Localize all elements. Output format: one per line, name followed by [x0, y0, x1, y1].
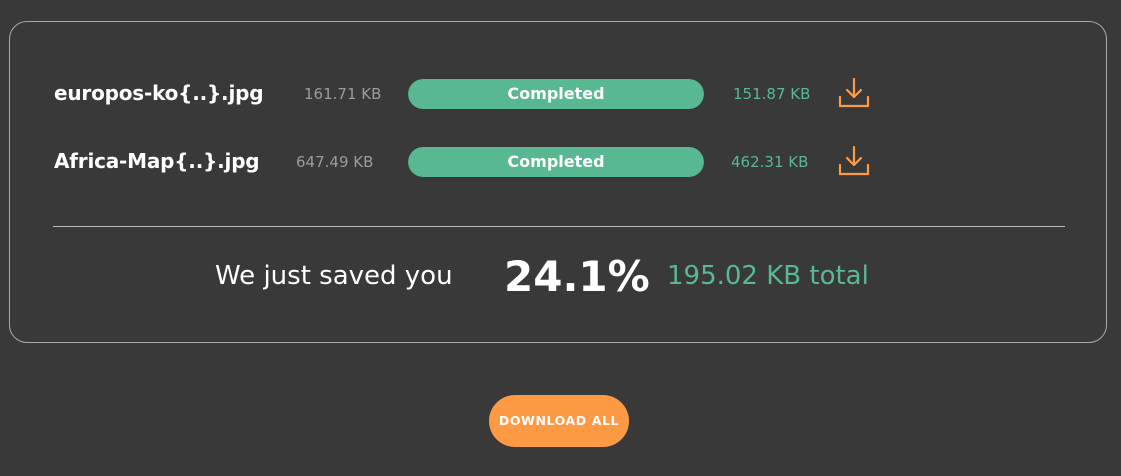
savings-percent: 24.1%: [504, 252, 650, 301]
compressed-size: 151.87 KB: [733, 85, 811, 103]
progress-bar: Completed: [408, 147, 704, 177]
progress-bar: Completed: [408, 79, 704, 109]
progress-status: Completed: [507, 152, 605, 171]
file-name: Africa-Map{..}.jpg: [54, 149, 260, 173]
download-file-button[interactable]: [836, 143, 872, 179]
download-file-button[interactable]: [836, 75, 872, 111]
progress-status: Completed: [507, 84, 605, 103]
download-icon: [838, 77, 870, 108]
download-all-button[interactable]: DOWNLOAD ALL: [489, 395, 629, 447]
divider: [53, 226, 1065, 227]
results-panel: europos-ko{..}.jpg 161.71 KB Completed 1…: [9, 21, 1107, 343]
savings-total: 195.02 KB total: [667, 261, 869, 291]
savings-prefix: We just saved you: [215, 261, 453, 291]
download-icon: [838, 145, 870, 176]
compressed-size: 462.31 KB: [731, 153, 809, 171]
original-size: 647.49 KB: [296, 153, 374, 171]
original-size: 161.71 KB: [304, 85, 382, 103]
file-row: europos-ko{..}.jpg 161.71 KB Completed 1…: [10, 73, 1108, 113]
file-row: Africa-Map{..}.jpg 647.49 KB Completed 4…: [10, 141, 1108, 181]
file-name: europos-ko{..}.jpg: [54, 81, 264, 105]
